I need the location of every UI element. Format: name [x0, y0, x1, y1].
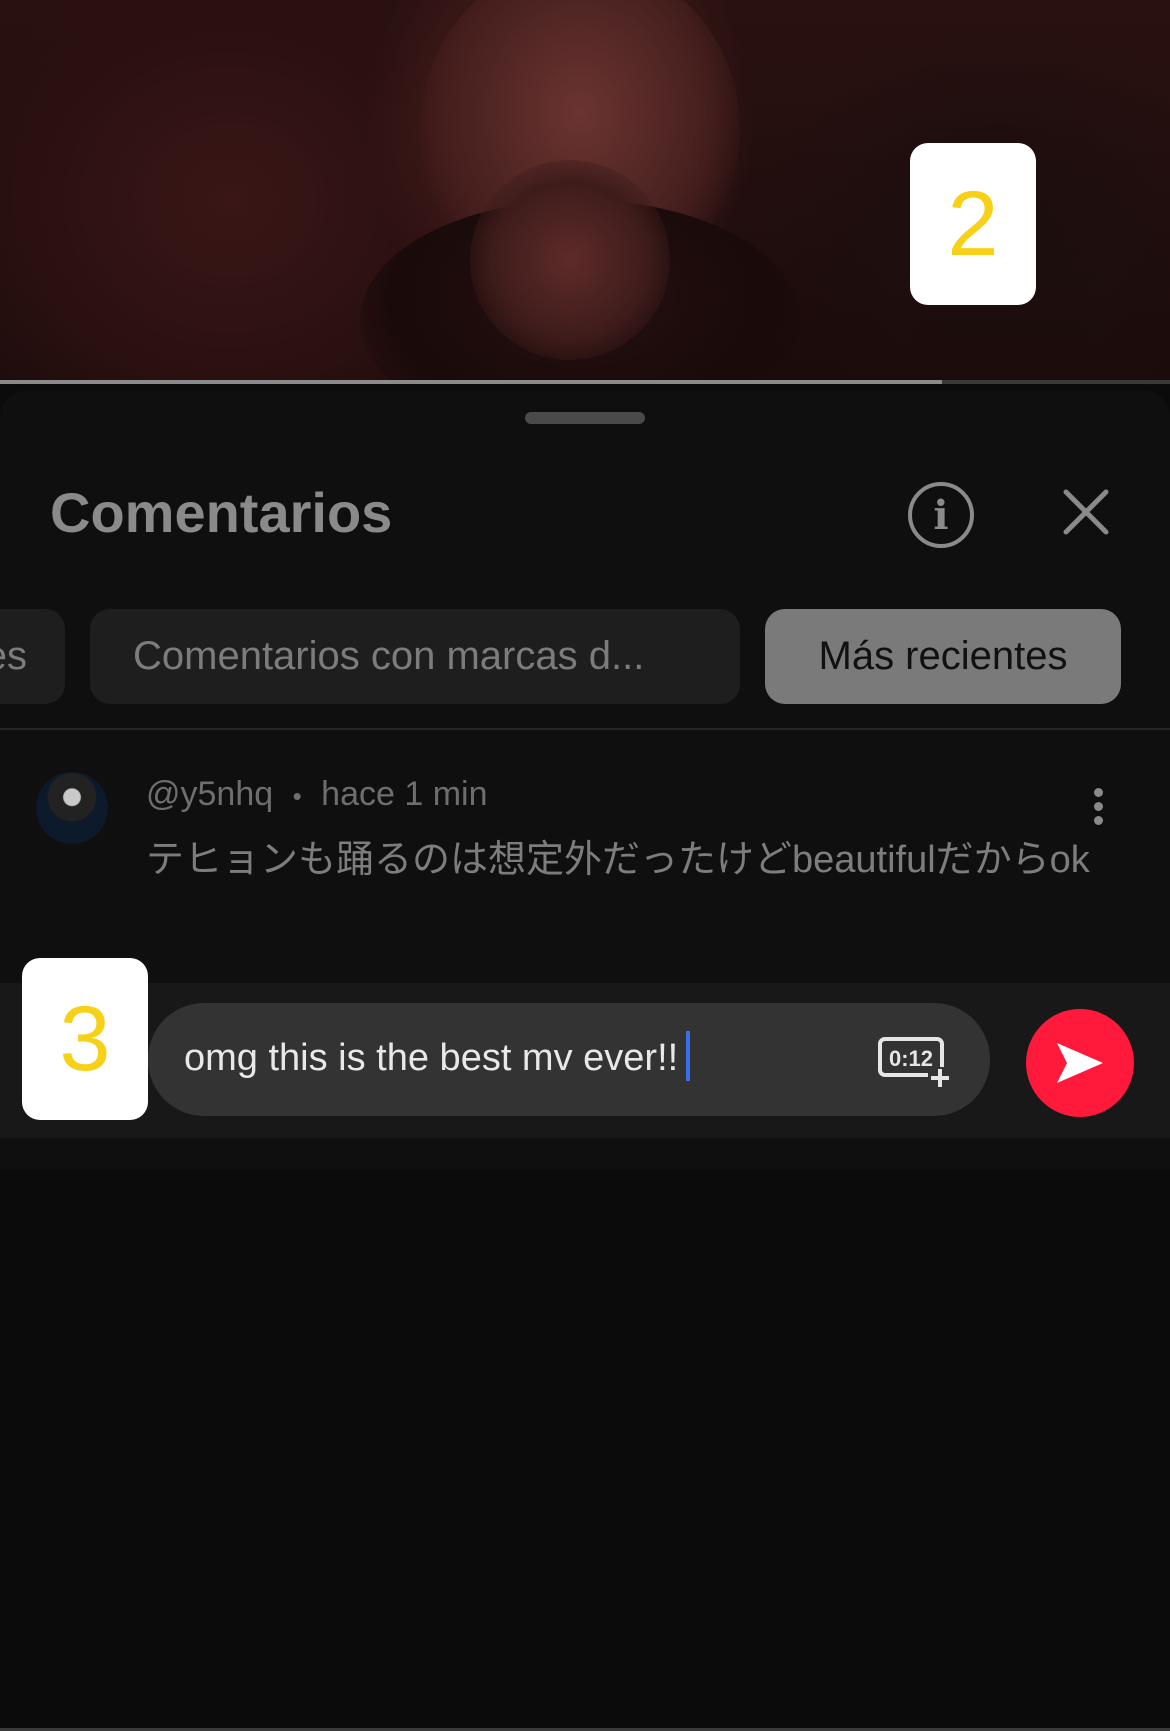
send-button[interactable] — [1026, 1009, 1134, 1117]
comment-input-value: omg this is the best mv ever!! — [184, 1037, 679, 1079]
close-icon[interactable] — [1058, 484, 1114, 540]
video-progress-fill — [0, 380, 942, 384]
add-timestamp-icon[interactable]: 0:12 — [878, 1037, 954, 1089]
text-caret — [686, 1030, 691, 1081]
filter-chip-partial[interactable]: es — [0, 609, 65, 704]
comments-sheet: Comentarios i es Comentarios con marcas … — [0, 390, 1170, 1731]
send-icon — [1057, 1043, 1103, 1083]
timestamp-label: 0:12 — [889, 1046, 933, 1071]
filter-chip-timestamped[interactable]: Comentarios con marcas d... — [90, 609, 740, 704]
comment-input-text[interactable]: omg this is the best mv ever!! — [184, 1030, 691, 1081]
comment-composer: omg this is the best mv ever!! 0:12 — [0, 983, 1170, 1731]
annotation-marker-3: 3 — [22, 958, 148, 1120]
more-vertical-icon[interactable] — [1086, 788, 1110, 828]
comment-text: テヒョンも踊るのは想定外だったけどbeautifulだからok — [146, 839, 1090, 881]
meta-separator: • — [292, 781, 302, 811]
annotation-marker-2: 2 — [910, 143, 1036, 305]
avatar[interactable] — [36, 772, 108, 844]
divider — [0, 728, 1170, 730]
comments-title: Comentarios — [50, 481, 393, 544]
comment-username[interactable]: @y5nhq — [146, 775, 273, 813]
drag-handle[interactable] — [525, 412, 645, 424]
video-progress-bar[interactable] — [0, 380, 1170, 384]
video-frame-hand — [470, 160, 670, 360]
comment-time: hace 1 min — [321, 775, 488, 813]
comment-input[interactable]: omg this is the best mv ever!! 0:12 — [148, 1003, 990, 1116]
comment-meta: @y5nhq • hace 1 min — [146, 775, 488, 814]
filter-chip-newest[interactable]: Más recientes — [765, 609, 1121, 704]
info-icon[interactable]: i — [908, 482, 974, 548]
